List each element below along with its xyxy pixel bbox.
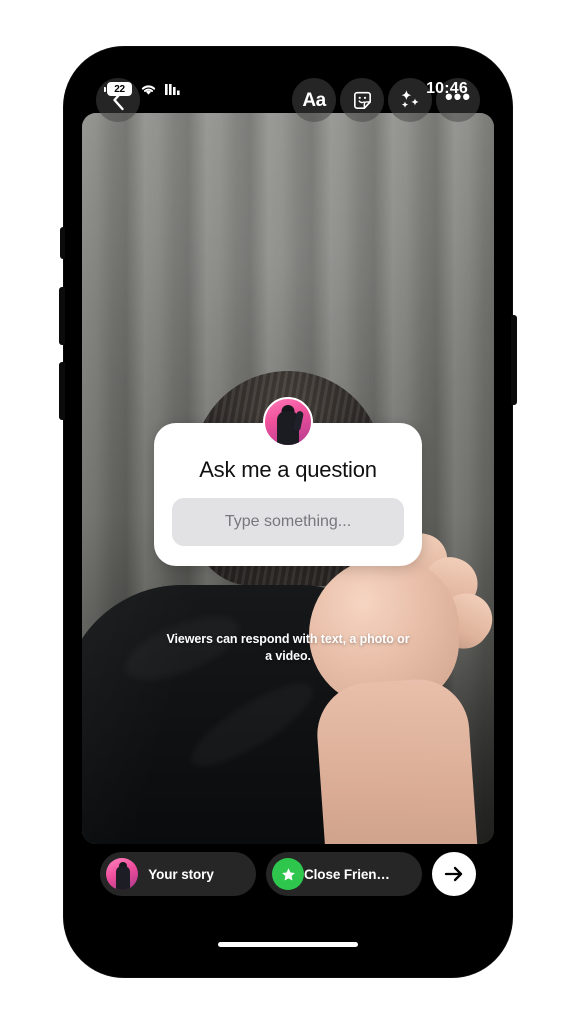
status-bar: 22 10:46 [82, 65, 494, 113]
question-hint-text: Viewers can respond with text, a photo o… [166, 632, 410, 663]
battery-nub [104, 86, 106, 92]
status-indicators: 22 [104, 82, 184, 96]
story-photo-canvas[interactable]: Ask me a question Viewers can respond wi… [82, 113, 494, 844]
cellular-signal-icon [165, 83, 180, 95]
avatar [263, 397, 313, 447]
share-action-bar: Your story Close Friends [82, 845, 494, 903]
home-indicator[interactable] [218, 942, 358, 947]
phone-frame: Ask me a question Viewers can respond wi… [59, 47, 517, 977]
power-button[interactable] [511, 315, 517, 405]
avatar-body [115, 866, 130, 890]
green-star-icon [272, 858, 304, 890]
close-friends-button[interactable]: Close Friends [266, 852, 422, 896]
question-sticker-card[interactable]: Ask me a question [154, 397, 422, 567]
question-title: Ask me a question [199, 457, 377, 482]
battery-level-label: 22 [107, 82, 132, 96]
question-input[interactable] [172, 498, 404, 547]
status-bar-time: 10:46 [426, 80, 468, 97]
forearm [313, 675, 481, 844]
person-hand [293, 528, 494, 844]
battery-icon: 22 [104, 82, 132, 96]
close-friends-label: Close Friends [304, 866, 392, 882]
arrow-right-icon [444, 866, 463, 882]
send-button[interactable] [432, 852, 476, 896]
wifi-icon [141, 84, 156, 95]
avatar [106, 858, 138, 890]
silent-switch-button[interactable] [60, 227, 65, 259]
your-story-button[interactable]: Your story [100, 852, 256, 896]
volume-up-button[interactable] [59, 287, 65, 345]
your-story-label: Your story [148, 866, 214, 882]
screenshot-stage: Ask me a question Viewers can respond wi… [0, 0, 576, 1024]
volume-down-button[interactable] [59, 362, 65, 420]
star-glyph [281, 867, 295, 881]
phone-screen: Ask me a question Viewers can respond wi… [82, 65, 494, 959]
